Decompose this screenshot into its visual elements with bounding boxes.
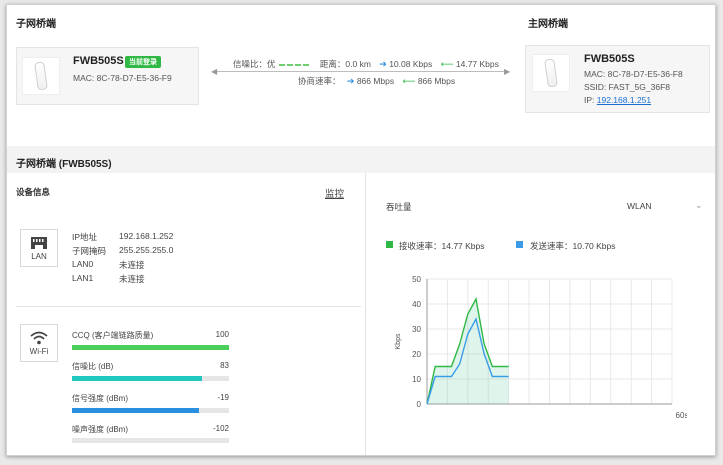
negotiated-rate-label: 协商速率： [298, 76, 341, 86]
lan-ip-key: IP地址 [72, 232, 98, 242]
wifi-icon [30, 331, 48, 344]
neg-rx-arrow-icon: ⟵ [402, 76, 416, 86]
y-tick-label: 10 [412, 375, 421, 384]
neg-tx-rate: 866 Mbps [356, 76, 395, 86]
section-header: 子网桥端 (FWB505S) [7, 146, 715, 173]
lan-icon-box: LAN [20, 229, 58, 267]
ccq-bar-fill [72, 345, 229, 350]
signal-strength-label: 信号强度 (dBm) [72, 394, 128, 403]
x-end-label: 60s [676, 411, 687, 420]
child-device-name: FWB505S [73, 55, 124, 67]
snr-label: 信噪比 (dB) [72, 362, 114, 371]
child-device-mac: MAC: 8C-78-D7-E5-36-F9 [73, 73, 172, 83]
snr-value: 83 [220, 361, 229, 370]
snr-bar-fill [72, 376, 203, 381]
device-info-title: 设备信息 [16, 187, 51, 197]
child-device-card: FWB505S 当前登录 MAC: 8C-78-D7-E5-36-F9 [16, 47, 199, 105]
negotiated-rate-row: 协商速率： ➔ 866 Mbps ⟵ 866 Mbps [298, 75, 455, 87]
chevron-down-icon[interactable]: ⌄ [695, 200, 703, 211]
signal-strength-bar-fill [72, 408, 200, 413]
child-bridge-title: 子网桥端 [16, 19, 56, 30]
interface-select[interactable]: WLAN [627, 201, 652, 211]
main-device-card: FWB505S MAC: 8C-78-D7-E5-36-F8 SSID: FAS… [525, 45, 710, 113]
lan-mask-key: 子网掩码 [72, 246, 107, 256]
throughput-chart: 0 10 20 30 40 50 Kbps 60s [395, 275, 687, 420]
main-device-ssid: SSID: FAST_5G_36F8 [584, 82, 670, 92]
main-device-name: FWB505S [584, 53, 635, 65]
wifi-icon-label: Wi-Fi [29, 346, 49, 356]
lan0-key: LAN0 [72, 259, 94, 269]
y-tick-label: 0 [417, 400, 422, 409]
link-left-arrow-icon: ◀ [211, 67, 218, 76]
link-stats-row: 信噪比：优 距离：0.0 km ➔ 10.08 Kbps ⟵ 14.77 Kbp… [233, 58, 499, 70]
rx-legend-swatch [386, 241, 393, 248]
signal-strength-bar [72, 408, 229, 413]
snr-dash-line [278, 63, 309, 66]
tx-arrow-icon: ➔ [379, 59, 387, 69]
y-tick-label: 40 [412, 300, 421, 309]
snr-status: 信噪比：优 [233, 59, 276, 69]
ccq-value: 100 [215, 330, 229, 339]
lan1-key: LAN1 [72, 273, 94, 283]
noise-value: -102 [212, 424, 229, 433]
panel-divider [365, 173, 366, 455]
section-title: 子网桥端 (FWB505S) [16, 159, 112, 170]
lan1-value: 未连接 [119, 274, 145, 284]
y-tick-label: 50 [412, 275, 421, 284]
noise-bar [72, 438, 229, 443]
lan-icon-label: LAN [31, 251, 47, 261]
lan0-value: 未连接 [119, 260, 145, 270]
throughput-title: 吞吐量 [386, 202, 412, 212]
page: 子网桥端 主网桥端 FWB505S 当前登录 MAC: 8C-78-D7-E5-… [6, 4, 716, 456]
y-tick-label: 20 [412, 350, 421, 359]
lan-mask-value: 255.255.255.0 [119, 245, 174, 255]
current-login-badge: 当前登录 [125, 56, 161, 68]
divider [16, 306, 361, 307]
wifi-icon-box: Wi-Fi [20, 324, 58, 362]
link-right-arrow-icon: ▶ [504, 67, 511, 76]
rx-rate: 14.77 Kbps [455, 59, 499, 69]
ip-label: IP: [584, 95, 597, 105]
main-device-ip-link[interactable]: 192.168.1.251 [597, 95, 651, 105]
noise-label: 噪声强度 (dBm) [72, 425, 128, 434]
main-bridge-title: 主网桥端 [528, 19, 568, 30]
main-device-mac: MAC: 8C-78-D7-E5-36-F8 [584, 69, 683, 79]
neg-tx-arrow-icon: ➔ [346, 76, 355, 86]
tx-rate: 10.08 Kbps [389, 59, 433, 69]
y-axis-label: Kbps [395, 333, 402, 349]
main-device-ip: IP: 192.168.1.251 [584, 95, 651, 105]
ccq-label: CCQ (客户端链路质量) [72, 331, 154, 340]
lan-ip-value: 192.168.1.252 [119, 231, 174, 241]
tx-legend-swatch [516, 241, 523, 248]
bridge-device-icon [532, 54, 570, 92]
snr-bar [72, 376, 229, 381]
monitor-link[interactable]: 监控 [325, 186, 344, 200]
distance-text: 距离：0.0 km [319, 59, 371, 69]
rx-arrow-icon: ⟵ [440, 59, 454, 69]
tx-legend-text: 发送速率：10.70 Kbps [530, 241, 616, 251]
lan-port-icon [31, 236, 47, 249]
y-tick-label: 30 [412, 325, 421, 334]
signal-strength-value: -19 [217, 393, 229, 402]
link-line [214, 71, 507, 72]
neg-rx-rate: 866 Mbps [417, 76, 456, 86]
bridge-device-icon [22, 57, 60, 95]
rx-legend-text: 接收速率：14.77 Kbps [399, 241, 485, 251]
ccq-bar [72, 345, 229, 350]
